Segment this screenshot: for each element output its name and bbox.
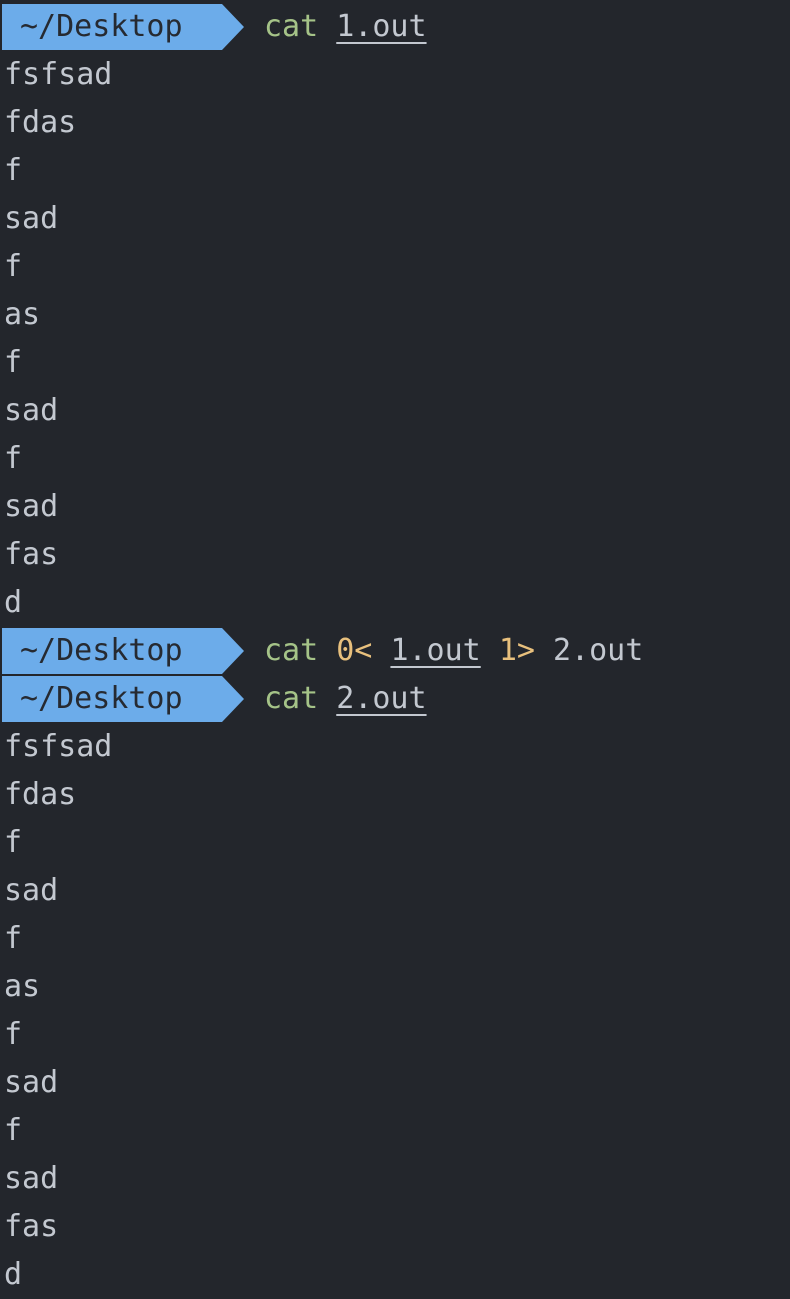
output-line: f bbox=[4, 249, 23, 284]
prompt-path: ~/Desktop bbox=[2, 4, 244, 50]
file-argument: 1.out bbox=[390, 633, 481, 668]
output-line: f bbox=[4, 441, 23, 476]
output-line: fsfsad bbox=[4, 57, 113, 92]
output-line: sad bbox=[4, 1161, 59, 1196]
prompt-path: ~/Desktop bbox=[2, 628, 244, 674]
command-text: cat 0< 1.out 1> 2.out bbox=[264, 627, 643, 675]
prompt-line: ~/Desktop cat 1.out bbox=[0, 3, 790, 51]
redirect-operator: 0< bbox=[336, 633, 373, 668]
output-line: d bbox=[4, 1257, 23, 1292]
output-line: fdas bbox=[4, 777, 77, 812]
redirect-operator: 1> bbox=[498, 633, 535, 668]
prompt-path: ~/Desktop bbox=[2, 676, 244, 722]
output-line: sad bbox=[4, 1065, 59, 1100]
command-text: cat 1.out bbox=[264, 3, 427, 51]
output-line: as bbox=[4, 297, 41, 332]
command-name: cat bbox=[264, 633, 319, 668]
command-name: cat bbox=[264, 681, 319, 716]
prompt-line: ~/Desktop cat 0< 1.out 1> 2.out bbox=[0, 627, 790, 675]
output-line: f bbox=[4, 153, 23, 188]
command-output: fsfsad fdas f sad f as f sad f sad fas d bbox=[0, 51, 790, 627]
output-line: d bbox=[4, 585, 23, 620]
output-line: f bbox=[4, 1113, 23, 1148]
output-line: sad bbox=[4, 201, 59, 236]
output-line: fas bbox=[4, 1209, 59, 1244]
output-line: sad bbox=[4, 873, 59, 908]
command-output: fsfsad fdas f sad f as f sad f sad fas d bbox=[0, 723, 790, 1299]
output-line: as bbox=[4, 969, 41, 1004]
output-line: fdas bbox=[4, 105, 77, 140]
output-line: f bbox=[4, 825, 23, 860]
output-line: f bbox=[4, 1017, 23, 1052]
file-argument: 1.out bbox=[336, 9, 427, 44]
command-text: cat 2.out bbox=[264, 675, 427, 723]
command-name: cat bbox=[264, 9, 319, 44]
prompt-line: ~/Desktop cat 2.out bbox=[0, 675, 790, 723]
output-line: sad bbox=[4, 393, 59, 428]
output-line: f bbox=[4, 921, 23, 956]
output-line: fsfsad bbox=[4, 729, 113, 764]
output-line: fas bbox=[4, 537, 59, 572]
output-line: sad bbox=[4, 489, 59, 524]
terminal-window[interactable]: ~/Desktop cat 1.out fsfsad fdas f sad f … bbox=[0, 0, 790, 1298]
file-argument: 2.out bbox=[336, 681, 427, 716]
output-line: f bbox=[4, 345, 23, 380]
file-argument: 2.out bbox=[553, 633, 644, 668]
